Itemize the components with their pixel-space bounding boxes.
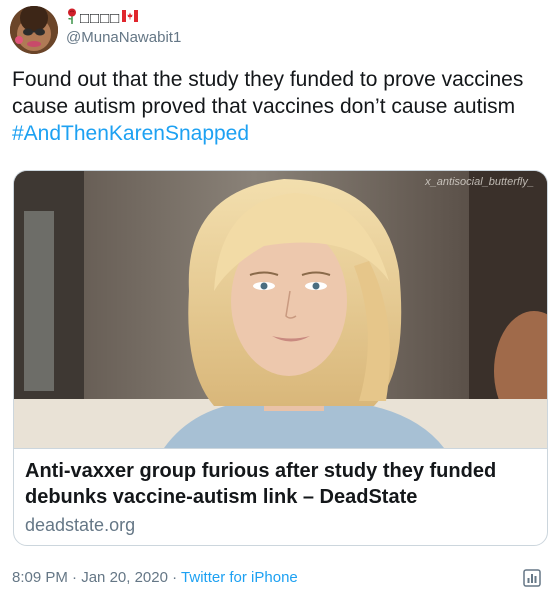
rose-icon [66,8,78,29]
avatar[interactable] [10,6,58,54]
hashtag-link[interactable]: #AndThenKarenSnapped [12,122,249,145]
meta-separator: · [167,569,182,586]
tweet-body: Found out that the study they funded to … [12,68,524,118]
author-handle[interactable]: @MunaNawabit1 [66,29,181,46]
card-photo: x_antisocial_butterfly_ [14,171,547,448]
tweet-container: □□□□ @MunaNawabit1 Found out that the st… [0,0,560,600]
image-watermark: x_antisocial_butterfly_ [424,176,534,188]
avatar-image [10,6,58,54]
author-name-row[interactable]: □□□□ [66,8,139,29]
card-domain: deadstate.org [25,515,136,535]
canada-flag-icon [122,9,139,27]
link-card[interactable]: x_antisocial_butterfly_ Anti-vaxxer grou… [13,170,548,546]
card-body[interactable]: Anti-vaxxer group furious after study th… [14,448,547,545]
tweet-meta: 8:09 PM · Jan 20, 2020 · Twitter for iPh… [12,569,298,586]
card-image: x_antisocial_butterfly_ [14,171,547,448]
display-name[interactable]: □□□□ [80,10,120,27]
tweet-source[interactable]: Twitter for iPhone [181,569,298,586]
tweet-date[interactable]: Jan 20, 2020 [81,569,168,586]
card-title[interactable]: Anti-vaxxer group furious after study th… [25,458,535,510]
tweet-text: Found out that the study they funded to … [12,66,542,147]
analytics-icon[interactable] [522,568,542,588]
meta-separator: · [67,569,82,586]
tweet-time[interactable]: 8:09 PM [12,569,68,586]
